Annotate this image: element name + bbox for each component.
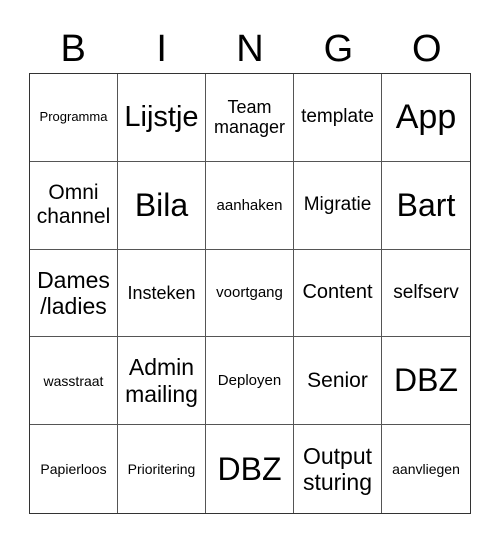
bingo-cell[interactable]: aanvliegen <box>382 425 470 513</box>
bingo-cell[interactable]: template <box>294 74 382 162</box>
bingo-cell[interactable]: Omni channel <box>30 161 118 250</box>
bingo-cell[interactable]: DBZ <box>206 425 294 513</box>
bingo-cell[interactable]: Dames /ladies <box>30 249 118 338</box>
bingo-cell[interactable]: Bila <box>118 161 206 250</box>
bingo-cell[interactable]: Admin mailing <box>118 337 206 426</box>
bingo-grid: Programma Lijstje Team manager template … <box>29 73 471 514</box>
bingo-header: B I N G O <box>29 26 471 72</box>
bingo-cell[interactable]: wasstraat <box>30 337 118 426</box>
bingo-cell[interactable]: Bart <box>382 162 470 250</box>
bingo-cell[interactable]: voortgang <box>206 249 294 338</box>
header-letter-b: B <box>60 28 86 70</box>
bingo-cell[interactable]: Deployen <box>206 337 294 426</box>
bingo-cell[interactable]: Output sturing <box>294 425 382 513</box>
bingo-cell[interactable]: Senior <box>294 337 382 426</box>
bingo-cell[interactable]: DBZ <box>382 337 470 426</box>
bingo-cell[interactable]: Insteken <box>118 249 206 338</box>
bingo-cell[interactable]: Migratie <box>294 161 382 250</box>
bingo-cell[interactable]: Team manager <box>206 74 294 162</box>
bingo-cell[interactable]: Programma <box>30 74 118 162</box>
bingo-cell[interactable]: selfserv <box>382 250 470 338</box>
header-letter-i: I <box>156 28 167 70</box>
bingo-cell[interactable]: Prioritering <box>118 425 206 513</box>
bingo-cell[interactable]: Papierloos <box>30 425 118 513</box>
bingo-cell[interactable]: Lijstje <box>118 74 206 162</box>
bingo-cell[interactable]: Content <box>294 249 382 338</box>
header-letter-n: N <box>236 28 264 70</box>
bingo-cell[interactable]: aanhaken <box>206 161 294 250</box>
bingo-cell[interactable]: App <box>382 74 470 162</box>
header-letter-o: O <box>412 28 442 70</box>
header-letter-g: G <box>323 28 354 70</box>
